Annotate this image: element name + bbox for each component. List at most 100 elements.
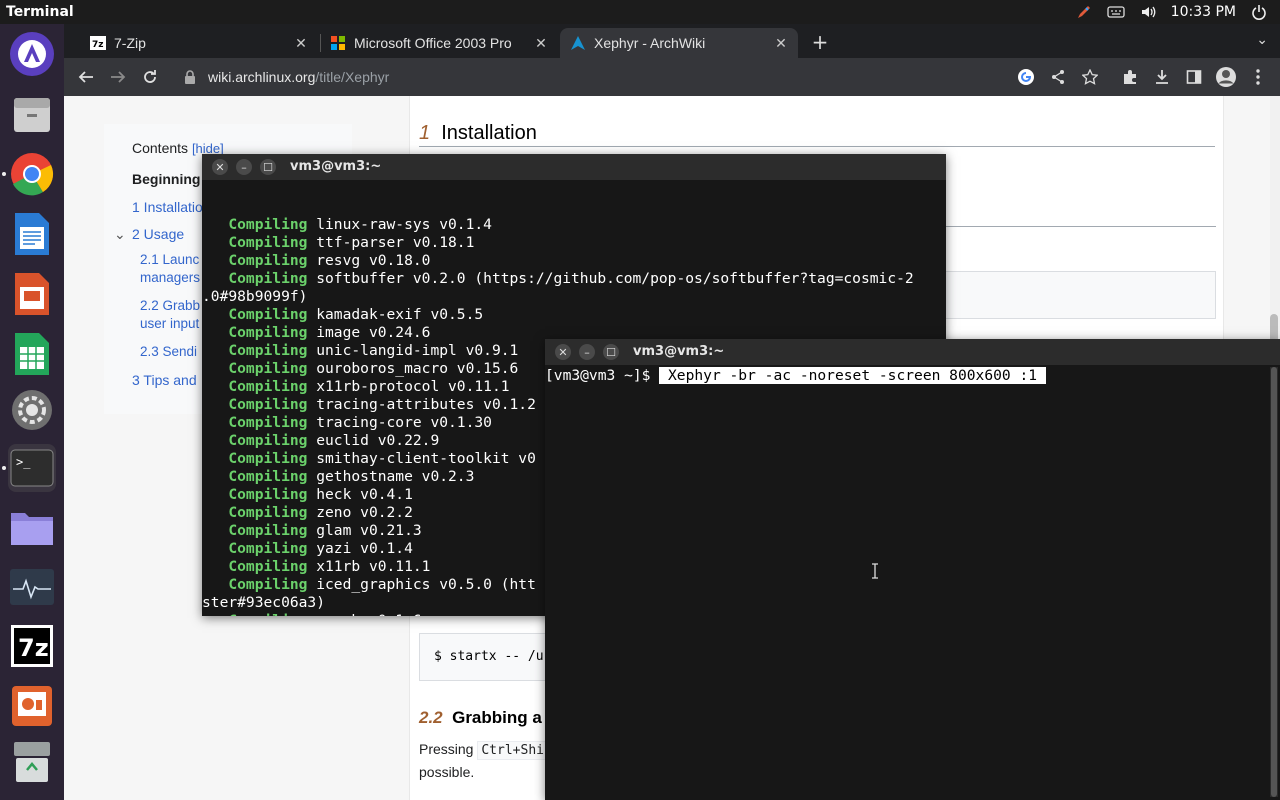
power-icon[interactable] [1250,4,1268,20]
toc-item-launching-cont[interactable]: managers [140,269,200,287]
toc-item-installation[interactable]: 1 Installation [132,198,211,216]
tab-label: Xephyr - ArchWiki [594,35,706,51]
system-monitor-launcher[interactable] [8,564,56,612]
sevenzip-icon: 7z [11,625,53,667]
tab-label: 7-Zip [114,35,146,51]
tab-7zip[interactable]: 7z 7-Zip ✕ [80,28,318,58]
toc-item-grabbing[interactable]: 2.2 Grabb [140,297,200,315]
files-drawer-launcher[interactable] [8,90,56,138]
bookmark-star-icon[interactable] [1078,66,1102,88]
terminal-line-keyword: Compiling [202,486,308,503]
url-host: wiki.archlinux.org [208,69,316,85]
toc-item-beginning[interactable]: Beginning [132,170,200,188]
back-arrow-icon[interactable] [74,66,98,88]
trash-icon [14,742,50,782]
close-icon[interactable]: ✕ [772,34,790,52]
writer-launcher[interactable] [8,210,56,258]
svg-text:7z: 7z [18,634,49,662]
terminal-line-text: x11rb-protocol v0.11.1 [307,378,510,395]
dock: >_ 7z [0,24,64,800]
presentation-launcher[interactable] [8,682,56,730]
sevenzip-launcher[interactable]: 7z [8,622,56,670]
terminal-line: Compiling kamadak-exif v0.5.5 [202,306,946,324]
reload-icon[interactable] [138,66,162,88]
toc-item-launching[interactable]: 2.1 Launc [140,251,199,269]
terminal-line-text: ster#93ec06a3) [202,594,326,611]
presentation-icon [12,686,52,726]
minimize-window-icon[interactable]: – [236,159,252,175]
terminal-line-text: glam v0.21.3 [307,522,422,539]
close-window-icon[interactable]: ✕ [212,159,228,175]
terminal-line-text: tracing-core v0.1.30 [307,414,492,431]
keyboard-shortcut: Ctrl+Shi [477,741,548,760]
terminal-line-keyword: Compiling [202,468,308,485]
toc-item-sending[interactable]: 2.3 Sendi [140,343,197,361]
tab-xephyr-archwiki[interactable]: Xephyr - ArchWiki ✕ [560,28,798,58]
volume-icon[interactable] [1139,4,1157,20]
close-icon[interactable]: ✕ [532,34,550,52]
toc-item-grabbing-cont[interactable]: user input [140,315,199,333]
side-panel-icon[interactable] [1182,66,1206,88]
minimize-window-icon[interactable]: – [579,344,595,360]
terminal-line-keyword: Compiling [202,270,308,287]
terminal-line: Compiling softbuffer v0.2.0 (https://git… [202,270,946,288]
profile-avatar-icon[interactable] [1214,66,1238,88]
lock-icon[interactable] [184,70,198,84]
close-window-icon[interactable]: ✕ [555,344,571,360]
svg-text:7z: 7z [92,40,104,50]
terminal-titlebar[interactable]: ✕ – ☐ vm3@vm3:~ [202,154,946,180]
maximize-window-icon[interactable]: ☐ [603,344,619,360]
terminal-line-text: swash v0.1.6 [307,612,421,616]
extensions-puzzle-icon[interactable] [1118,66,1142,88]
terminal-line-text: smithay-client-toolkit v0 [307,450,536,467]
clock[interactable]: 10:33 PM [1171,4,1236,20]
terminal-line-text: .0#98b9099f) [202,288,308,305]
terminal-scrollbar-thumb[interactable] [1271,367,1277,797]
terminal-line-keyword: Compiling [202,540,308,557]
tab-strip: 7z 7-Zip ✕ Microsoft Office 2003 Pro ✕ X… [64,24,1280,58]
active-app-title[interactable]: Terminal [0,4,74,20]
terminal-line-keyword: Compiling [202,342,308,359]
tab-search-chevron-icon[interactable]: ⌄ [1256,32,1268,48]
share-icon[interactable] [1046,66,1070,88]
toc-collapse-chevron-icon[interactable]: ⌄ [114,225,126,243]
browser-menu-icon[interactable] [1246,66,1270,88]
terminal-line-keyword: Compiling [202,378,308,395]
terminal-titlebar[interactable]: ✕ – ☐ vm3@vm3:~ [545,339,1280,365]
typed-command: Xephyr -br -ac -noreset -screen 800x600 … [659,367,1046,384]
forward-arrow-icon[interactable] [106,66,130,88]
terminal-line: .0#98b9099f) [202,288,946,306]
shell-prompt: [vm3@vm3 ~]$ [545,367,660,384]
download-icon[interactable] [1150,66,1174,88]
heading-grabbing: 2.2 Grabbing a [419,708,542,727]
terminal-output[interactable]: [vm3@vm3 ~]$ Xephyr -br -ac -noreset -sc… [545,367,1267,800]
terminal-line-keyword: Compiling [202,324,308,341]
new-tab-button[interactable]: + [808,30,832,54]
impress-launcher[interactable] [8,270,56,318]
calc-launcher[interactable] [8,330,56,378]
terminal-scrollbar[interactable] [1270,367,1278,797]
folder-launcher[interactable] [8,504,56,552]
close-icon[interactable]: ✕ [292,34,310,52]
pen-tool-icon[interactable] [1075,4,1093,20]
terminal-icon: >_ [10,449,54,487]
trash-launcher[interactable] [8,738,56,786]
terminal-window-xephyr[interactable]: ✕ – ☐ vm3@vm3:~ [vm3@vm3 ~]$ Xephyr -br … [545,339,1280,800]
terminal-line-text: yazi v0.1.4 [307,540,413,557]
settings-launcher[interactable] [8,386,56,434]
tab-microsoft-office[interactable]: Microsoft Office 2003 Pro ✕ [320,28,558,58]
toc-item-usage[interactable]: 2 Usage [132,225,184,243]
address-bar[interactable]: wiki.archlinux.org/title/Xephyr [174,62,1054,92]
tab-label: Microsoft Office 2003 Pro [354,35,512,51]
terminal-line-text: euclid v0.22.9 [307,432,440,449]
chrome-launcher[interactable] [8,150,56,198]
terminal-line-text: kamadak-exif v0.5.5 [307,306,484,323]
arch-app-launcher[interactable] [8,30,56,78]
keyboard-icon[interactable] [1107,4,1125,20]
maximize-window-icon[interactable]: ☐ [260,159,276,175]
chrome-icon [11,153,54,196]
toc-item-tips[interactable]: 3 Tips and [132,371,197,389]
terminal-launcher[interactable]: >_ [8,444,56,492]
terminal-title: vm3@vm3:~ [633,344,725,359]
google-lens-icon[interactable] [1014,66,1038,88]
